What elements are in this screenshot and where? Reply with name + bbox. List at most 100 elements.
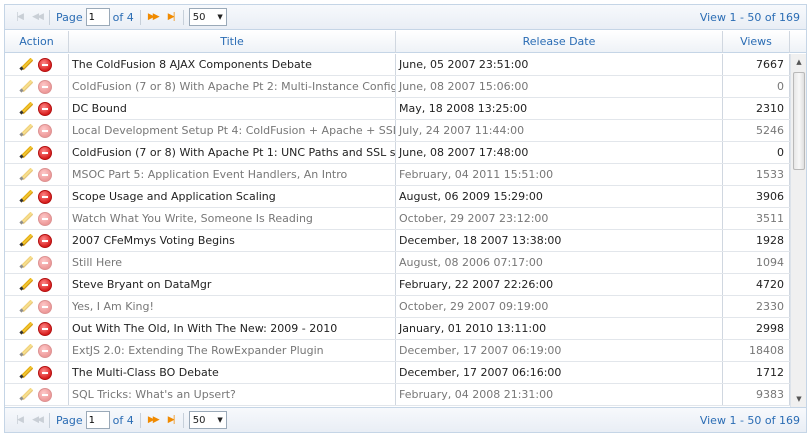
delete-icon[interactable] xyxy=(38,321,52,336)
delete-icon[interactable] xyxy=(38,167,52,182)
cell-views: 2330 xyxy=(723,296,790,317)
cell-title: DC Bound xyxy=(69,98,396,119)
pencil-icon[interactable] xyxy=(19,145,34,160)
pencil-icon[interactable] xyxy=(19,255,34,270)
cell-views: 1094 xyxy=(723,252,790,273)
cell-views: 1712 xyxy=(723,362,790,383)
pencil-icon[interactable] xyxy=(19,277,34,292)
cell-title: Yes, I Am King! xyxy=(69,296,396,317)
column-header-release-date[interactable]: Release Date xyxy=(396,31,723,53)
prev-page-icon[interactable]: ◀◀ xyxy=(28,412,46,428)
page-size-select[interactable]: 50 ▼ xyxy=(188,8,227,26)
cell-release-date: December, 17 2007 06:16:00 xyxy=(396,362,723,383)
last-page-icon[interactable]: ▶| xyxy=(162,412,180,428)
page-number-input[interactable] xyxy=(85,8,110,26)
grid-body: The ColdFusion 8 AJAX Components Debate … xyxy=(5,54,790,407)
page-count-label: of 4 xyxy=(112,413,134,427)
pencil-icon[interactable] xyxy=(19,387,34,402)
vertical-scrollbar[interactable]: ▲ ▼ xyxy=(790,54,806,407)
pager-separator xyxy=(49,412,50,428)
pencil-icon[interactable] xyxy=(19,167,34,182)
delete-icon[interactable] xyxy=(38,299,52,314)
page-size-value: 50 xyxy=(192,11,206,23)
pager-separator xyxy=(139,9,141,25)
table-row[interactable]: Steve Bryant on DataMgr February, 22 200… xyxy=(5,274,790,296)
table-row[interactable]: Local Development Setup Pt 4: ColdFusion… xyxy=(5,120,790,142)
row-actions xyxy=(5,274,69,295)
delete-icon[interactable] xyxy=(38,57,52,72)
prev-page-icon[interactable]: ◀◀ xyxy=(28,9,46,25)
column-header-views[interactable]: Views xyxy=(723,31,790,53)
table-row[interactable]: DC Bound May, 18 2008 13:25:00 2310 xyxy=(5,98,790,120)
column-header-action[interactable]: Action xyxy=(5,31,69,53)
delete-icon[interactable] xyxy=(38,123,52,138)
table-row[interactable]: ExtJS 2.0: Extending The RowExpander Plu… xyxy=(5,340,790,362)
page-size-value: 50 xyxy=(192,414,206,426)
scroll-up-icon[interactable]: ▲ xyxy=(791,54,807,70)
delete-icon[interactable] xyxy=(38,365,52,380)
delete-icon[interactable] xyxy=(38,277,52,292)
delete-icon[interactable] xyxy=(38,79,52,94)
pencil-icon[interactable] xyxy=(19,123,34,138)
row-actions xyxy=(5,362,69,383)
table-row[interactable]: ColdFusion (7 or 8) With Apache Pt 2: Mu… xyxy=(5,76,790,98)
delete-icon[interactable] xyxy=(38,255,52,270)
cell-title: SQL Tricks: What's an Upsert? xyxy=(69,384,396,405)
pencil-icon[interactable] xyxy=(19,299,34,314)
pencil-icon[interactable] xyxy=(19,101,34,116)
pager-separator xyxy=(182,412,184,428)
table-row[interactable]: Out With The Old, In With The New: 2009 … xyxy=(5,318,790,340)
pencil-icon[interactable] xyxy=(19,189,34,204)
table-row[interactable]: 2007 CFeMmys Voting Begins December, 18 … xyxy=(5,230,790,252)
pencil-icon[interactable] xyxy=(19,321,34,336)
table-row[interactable]: Scope Usage and Application Scaling Augu… xyxy=(5,186,790,208)
delete-icon[interactable] xyxy=(38,145,52,160)
delete-icon[interactable] xyxy=(38,101,52,116)
cell-views: 5246 xyxy=(723,120,790,141)
table-row[interactable]: ColdFusion (7 or 8) With Apache Pt 1: UN… xyxy=(5,142,790,164)
delete-icon[interactable] xyxy=(38,343,52,358)
record-info: View 1 - 50 of 169 xyxy=(699,413,800,427)
row-actions xyxy=(5,384,69,405)
table-row[interactable]: MSOC Part 5: Application Event Handlers,… xyxy=(5,164,790,186)
pencil-icon[interactable] xyxy=(19,343,34,358)
cell-title: Local Development Setup Pt 4: ColdFusion… xyxy=(69,120,396,141)
scrollbar-thumb[interactable] xyxy=(793,72,805,170)
pencil-icon[interactable] xyxy=(19,365,34,380)
delete-icon[interactable] xyxy=(38,233,52,248)
cell-title: MSOC Part 5: Application Event Handlers,… xyxy=(69,164,396,185)
delete-icon[interactable] xyxy=(38,387,52,402)
bottom-pager: |◀ ◀◀ Page of 4 ▶▶ ▶| 50 ▼ View 1 - 50 o… xyxy=(5,407,806,432)
first-page-icon[interactable]: |◀ xyxy=(10,412,28,428)
column-header-title[interactable]: Title xyxy=(69,31,396,53)
page-size-select[interactable]: 50 ▼ xyxy=(188,411,227,429)
cell-views: 1928 xyxy=(723,230,790,251)
next-page-icon[interactable]: ▶▶ xyxy=(144,412,162,428)
cell-views: 3511 xyxy=(723,208,790,229)
cell-release-date: January, 01 2010 13:11:00 xyxy=(396,318,723,339)
cell-release-date: August, 08 2006 07:17:00 xyxy=(396,252,723,273)
pencil-icon[interactable] xyxy=(19,233,34,248)
top-pager: |◀ ◀◀ Page of 4 ▶▶ ▶| 50 ▼ View 1 - 50 o… xyxy=(5,5,806,30)
page-count-label: of 4 xyxy=(112,10,134,24)
table-row[interactable]: The Multi-Class BO Debate December, 17 2… xyxy=(5,362,790,384)
delete-icon[interactable] xyxy=(38,189,52,204)
cell-views: 0 xyxy=(723,142,790,163)
table-row[interactable]: Still Here August, 08 2006 07:17:00 1094 xyxy=(5,252,790,274)
next-page-icon[interactable]: ▶▶ xyxy=(144,9,162,25)
cell-title: Out With The Old, In With The New: 2009 … xyxy=(69,318,396,339)
table-row[interactable]: Yes, I Am King! October, 29 2007 09:19:0… xyxy=(5,296,790,318)
last-page-icon[interactable]: ▶| xyxy=(162,9,180,25)
page-number-input[interactable] xyxy=(85,411,110,429)
table-row[interactable]: The ColdFusion 8 AJAX Components Debate … xyxy=(5,54,790,76)
pencil-icon[interactable] xyxy=(19,57,34,72)
table-row[interactable]: Watch What You Write, Someone Is Reading… xyxy=(5,208,790,230)
cell-views: 4720 xyxy=(723,274,790,295)
delete-icon[interactable] xyxy=(38,211,52,226)
pencil-icon[interactable] xyxy=(19,79,34,94)
pencil-icon[interactable] xyxy=(19,211,34,226)
pager-separator xyxy=(49,9,50,25)
scroll-down-icon[interactable]: ▼ xyxy=(791,391,807,407)
table-row[interactable]: SQL Tricks: What's an Upsert? February, … xyxy=(5,384,790,406)
first-page-icon[interactable]: |◀ xyxy=(10,9,28,25)
